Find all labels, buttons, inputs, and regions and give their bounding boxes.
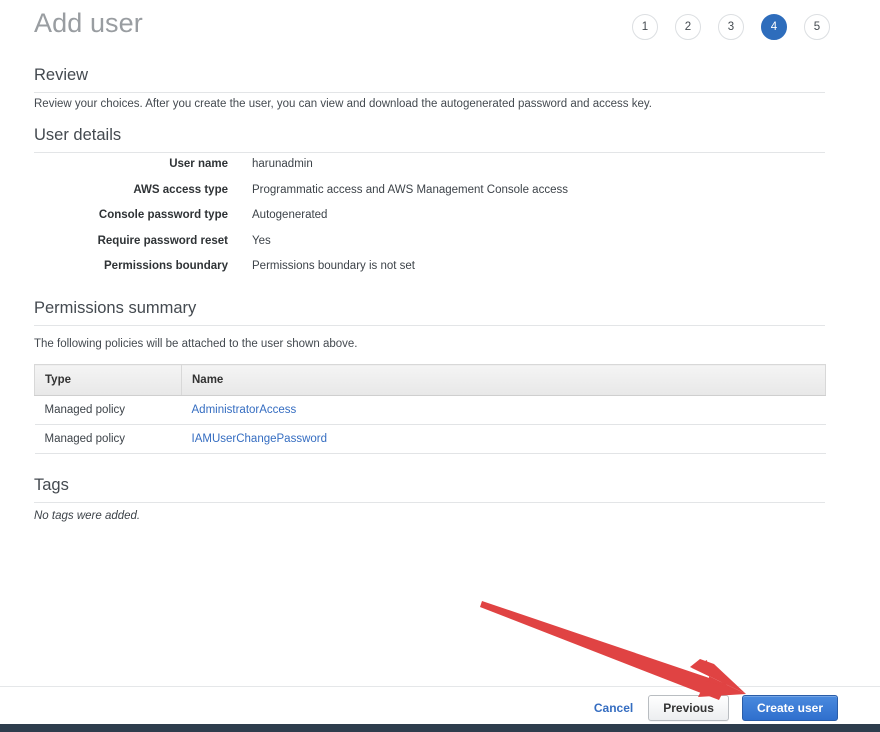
detail-label: AWS access type xyxy=(133,183,228,196)
page-title: Add user xyxy=(34,8,143,38)
column-header-type: Type xyxy=(34,364,182,396)
review-description: Review your choices. After you create th… xyxy=(34,98,652,110)
detail-value: Yes xyxy=(252,234,271,247)
cell-policy-type: Managed policy xyxy=(34,424,182,454)
detail-value: Programmatic access and AWS Management C… xyxy=(252,183,568,196)
step-4-active[interactable]: 4 xyxy=(761,14,787,40)
user-details-list: User name harunadmin AWS access type Pro… xyxy=(34,158,825,286)
review-heading: Review xyxy=(34,66,825,93)
step-indicator: 1 2 3 4 5 xyxy=(632,14,830,40)
detail-label: Require password reset xyxy=(97,234,228,247)
user-details-heading: User details xyxy=(34,126,825,153)
create-user-button[interactable]: Create user xyxy=(741,695,838,721)
tags-heading: Tags xyxy=(34,476,825,503)
console-bottom-bar xyxy=(0,724,880,732)
cell-policy-name: IAMUserChangePassword xyxy=(181,424,826,454)
detail-label: Console password type xyxy=(98,209,228,221)
cell-policy-name: AdministratorAccess xyxy=(181,395,826,425)
cell-policy-type: Managed policy xyxy=(34,395,182,425)
permissions-summary-heading: Permissions summary xyxy=(34,299,825,326)
detail-value: Autogenerated xyxy=(252,209,328,221)
step-5[interactable]: 5 xyxy=(804,14,830,40)
detail-row: User name harunadmin xyxy=(34,158,825,184)
wizard-header: Add user 1 2 3 4 5 xyxy=(0,0,880,58)
detail-value: Permissions boundary is not set xyxy=(252,260,415,272)
detail-row: Require password reset Yes xyxy=(34,235,825,261)
detail-label: Permissions boundary xyxy=(104,260,228,272)
policy-link-iamuserchangepassword[interactable]: IAMUserChangePassword xyxy=(192,433,328,445)
column-header-name: Name xyxy=(181,364,826,396)
table-row: Managed policy AdministratorAccess xyxy=(34,395,826,425)
step-3[interactable]: 3 xyxy=(718,14,744,40)
tags-empty-message: No tags were added. xyxy=(34,510,141,522)
wizard-footer: Cancel Previous Create user xyxy=(0,687,880,724)
add-user-wizard: Add user 1 2 3 4 5 Review Review your ch… xyxy=(0,0,880,732)
step-1[interactable]: 1 xyxy=(632,14,658,40)
policy-link-administratoraccess[interactable]: AdministratorAccess xyxy=(192,404,297,416)
table-header-row: Type Name xyxy=(34,364,826,396)
previous-button[interactable]: Previous xyxy=(648,695,729,721)
detail-value: harunadmin xyxy=(252,158,313,170)
permissions-summary-description: The following policies will be attached … xyxy=(34,338,358,350)
permissions-table: Type Name Managed policy AdministratorAc… xyxy=(34,364,826,454)
detail-row: AWS access type Programmatic access and … xyxy=(34,184,825,210)
detail-row: Console password type Autogenerated xyxy=(34,209,825,235)
detail-label: User name xyxy=(169,158,228,170)
step-2[interactable]: 2 xyxy=(675,14,701,40)
table-row: Managed policy IAMUserChangePassword xyxy=(34,424,826,454)
cancel-button[interactable]: Cancel xyxy=(592,697,635,719)
detail-row: Permissions boundary Permissions boundar… xyxy=(34,260,825,286)
